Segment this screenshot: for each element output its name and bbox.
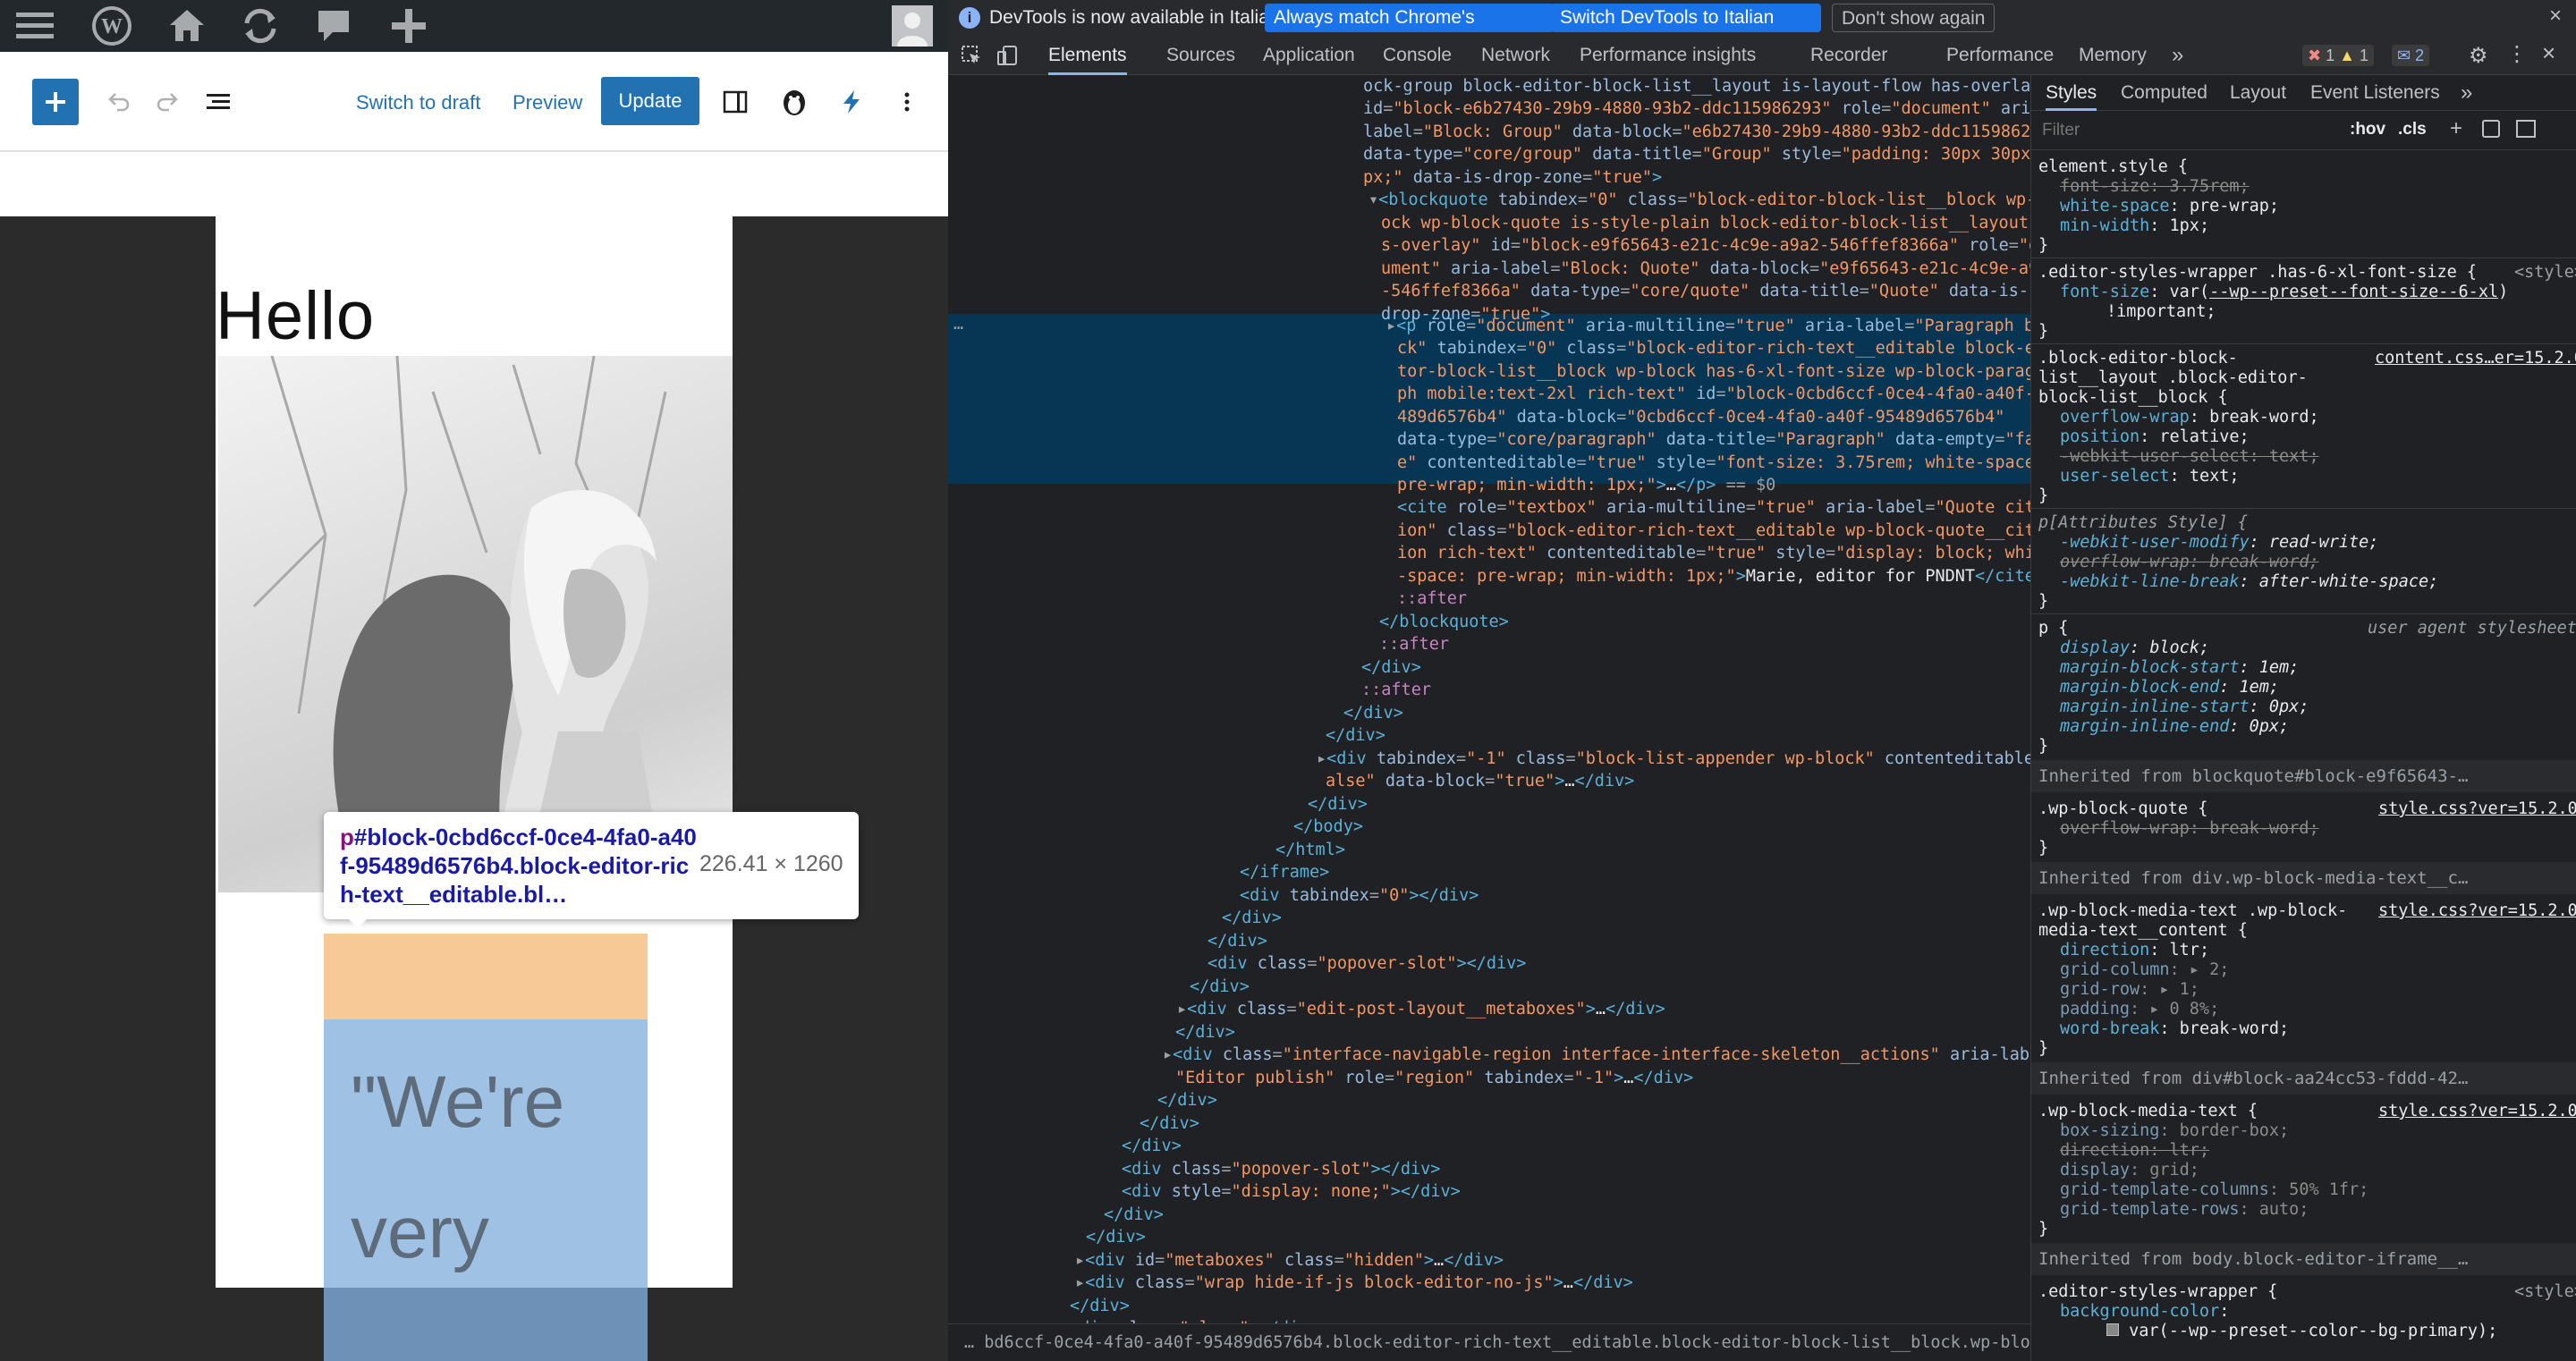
hover-state-toggle[interactable]: :hov xyxy=(2350,120,2385,139)
tab-performance-insights[interactable]: Performance insights xyxy=(1580,36,1756,75)
switch-to-draft-button[interactable]: Switch to draft xyxy=(356,91,480,114)
wordpress-logo-icon[interactable]: W xyxy=(91,5,132,46)
issues-badge[interactable]: ✖ 1 ▲ 1 xyxy=(2302,45,2374,66)
rule-source-content-css[interactable]: content.css…er=15.2.0:1 xyxy=(2375,349,2576,368)
options-menu-icon[interactable] xyxy=(889,84,925,120)
rule-source-style[interactable]: <style> xyxy=(2514,263,2576,283)
device-toolbar-icon[interactable] xyxy=(996,45,1018,66)
devtools-menu-icon[interactable]: ⋮ xyxy=(2506,41,2528,67)
settings-sidebar-icon[interactable] xyxy=(717,84,753,120)
new-content-icon[interactable] xyxy=(388,5,429,46)
preview-button[interactable]: Preview xyxy=(513,91,582,114)
rule-source-style-css-2[interactable]: style.css?ver=15.2.0:1 xyxy=(2378,901,2576,921)
wordpress-editor: W Switch to draft Preview Update Hello "… xyxy=(0,0,948,1361)
menu-icon[interactable] xyxy=(14,5,55,46)
close-devtools-icon[interactable]: × xyxy=(2542,39,2555,67)
update-button[interactable]: Update xyxy=(601,77,699,125)
settings-gear-icon[interactable]: ⚙ xyxy=(2469,43,2488,69)
inherited-from-body[interactable]: Inherited from body.block-editor-iframe_… xyxy=(2031,1243,2576,1275)
inspect-element-icon[interactable] xyxy=(961,45,982,66)
more-tabs-icon[interactable]: » xyxy=(2172,36,2183,75)
styles-pane: Styles Computed Layout Event Listeners »… xyxy=(2030,75,2576,1361)
editor-canvas: Hello "We're very xyxy=(0,216,948,1361)
updates-icon[interactable] xyxy=(240,5,281,46)
comments-icon[interactable] xyxy=(313,5,354,46)
always-match-language-button[interactable]: Always match Chrome's language xyxy=(1265,4,1555,56)
editor-toolbar: Switch to draft Preview Update xyxy=(0,52,948,150)
padding-highlight xyxy=(324,1288,648,1361)
class-toggle[interactable]: .cls xyxy=(2398,120,2427,139)
inherited-from-blockquote[interactable]: Inherited from blockquote#block-e9f65643… xyxy=(2031,760,2576,792)
tab-performance[interactable]: Performance xyxy=(1946,36,2054,75)
infobar-message: DevTools is now available in Italian! xyxy=(989,7,1285,28)
quote-text[interactable]: "We're very xyxy=(351,1037,564,1298)
tooltip-selector: p#block-0cbd6ccf-0ce4-4fa0-a40f-95489d65… xyxy=(340,824,697,908)
inspect-tooltip: p#block-0cbd6ccf-0ce4-4fa0-a40f-95489d65… xyxy=(324,812,859,928)
lightning-icon[interactable] xyxy=(834,84,869,120)
wp-admin-bar: W xyxy=(0,0,948,52)
inherited-from-media-text-block[interactable]: Inherited from div#block-aa24cc53-fddd-4… xyxy=(2031,1062,2576,1095)
tab-event-listeners[interactable]: Event Listeners xyxy=(2310,75,2440,111)
messages-badge[interactable]: ✉ 2 xyxy=(2392,45,2430,66)
dont-show-again-button[interactable]: Don't show again xyxy=(1832,4,1996,32)
add-block-button[interactable] xyxy=(32,79,79,125)
redo-icon[interactable] xyxy=(150,84,186,120)
tooltip-arrow xyxy=(347,917,369,928)
list-view-icon[interactable] xyxy=(200,84,236,120)
rule-editor-styles-wrapper: .editor-styles-wrapper { xyxy=(2038,1282,2278,1301)
more-panes-icon[interactable]: » xyxy=(2461,75,2472,111)
tab-memory[interactable]: Memory xyxy=(2079,36,2147,75)
rule-block-list-block: .block-editor-block-list__layout .block-… xyxy=(2038,349,2308,407)
rule-source-style-css-1[interactable]: style.css?ver=15.2.0:1 xyxy=(2378,799,2576,819)
user-avatar[interactable] xyxy=(892,5,933,46)
tab-layout[interactable]: Layout xyxy=(2230,75,2286,111)
tab-sources[interactable]: Sources xyxy=(1166,36,1235,75)
rule-wp-block-media-text-content: .wp-block-media-text .wp-block-media-tex… xyxy=(2038,901,2348,940)
rule-source-user-agent: user agent stylesheet xyxy=(2368,619,2576,638)
rule-p-attributes-style: p[Attributes Style] { xyxy=(2038,513,2248,532)
styles-filter-input[interactable] xyxy=(2037,116,2341,145)
devtools-panel: i DevTools is now available in Italian! … xyxy=(948,0,2576,1361)
rule-source-style-2[interactable]: <style> xyxy=(2514,1282,2576,1302)
tab-application[interactable]: Application xyxy=(1263,36,1355,75)
heading-block[interactable]: Hello xyxy=(216,277,375,355)
tab-styles[interactable]: Styles xyxy=(2046,75,2097,111)
rule-source-style-css-3[interactable]: style.css?ver=15.2.0:1 xyxy=(2378,1102,2576,1121)
language-infobar: i DevTools is now available in Italian! … xyxy=(948,0,2576,56)
close-infobar-icon[interactable]: × xyxy=(2549,4,2562,29)
editor-secondary-bar xyxy=(0,150,948,216)
styles-filter-row: :hov .cls + xyxy=(2031,111,2576,150)
undo-icon[interactable] xyxy=(100,84,136,120)
tab-recorder[interactable]: Recorder xyxy=(1810,36,1887,75)
styles-tab-bar: Styles Computed Layout Event Listeners » xyxy=(2031,75,2576,111)
tab-computed[interactable]: Computed xyxy=(2121,75,2207,111)
switch-devtools-italian-button[interactable]: Switch DevTools to Italian xyxy=(1551,4,1821,32)
info-icon: i xyxy=(959,7,980,29)
margin-highlight xyxy=(324,934,648,1019)
tab-network[interactable]: Network xyxy=(1481,36,1550,75)
rule-wp-block-media-text: .wp-block-media-text { xyxy=(2038,1102,2258,1120)
rule-has-6-xl-font-size: .editor-styles-wrapper .has-6-xl-font-si… xyxy=(2038,263,2478,282)
plugin-penguin-icon[interactable] xyxy=(775,82,814,122)
element-style-selector: element.style { xyxy=(2038,157,2189,176)
rule-wp-block-quote: .wp-block-quote { xyxy=(2038,799,2208,818)
tooltip-size: 226.41 × 1260 xyxy=(699,851,843,876)
tab-console[interactable]: Console xyxy=(1383,36,1452,75)
toggle-sidebar-icon[interactable] xyxy=(2516,120,2536,138)
devtools-tab-bar: Elements Sources Application Console Net… xyxy=(948,36,2576,75)
tab-elements[interactable]: Elements xyxy=(1048,36,1127,75)
home-icon[interactable] xyxy=(166,5,208,46)
dom-breadcrumb[interactable]: … bd6ccf-0ce4-4fa0-a40f-95489d6576b4.blo… xyxy=(948,1323,2030,1361)
rule-p-user-agent: p { xyxy=(2038,619,2069,638)
color-format-icon[interactable] xyxy=(2482,120,2500,138)
elements-dom-tree[interactable]: ock-group block-editor-block-list__layou… xyxy=(948,75,2030,1323)
svg-text:W: W xyxy=(101,15,123,38)
inherited-from-media-text-content[interactable]: Inherited from div.wp-block-media-text__… xyxy=(2031,862,2576,894)
new-style-rule-icon[interactable]: + xyxy=(2450,116,2462,141)
